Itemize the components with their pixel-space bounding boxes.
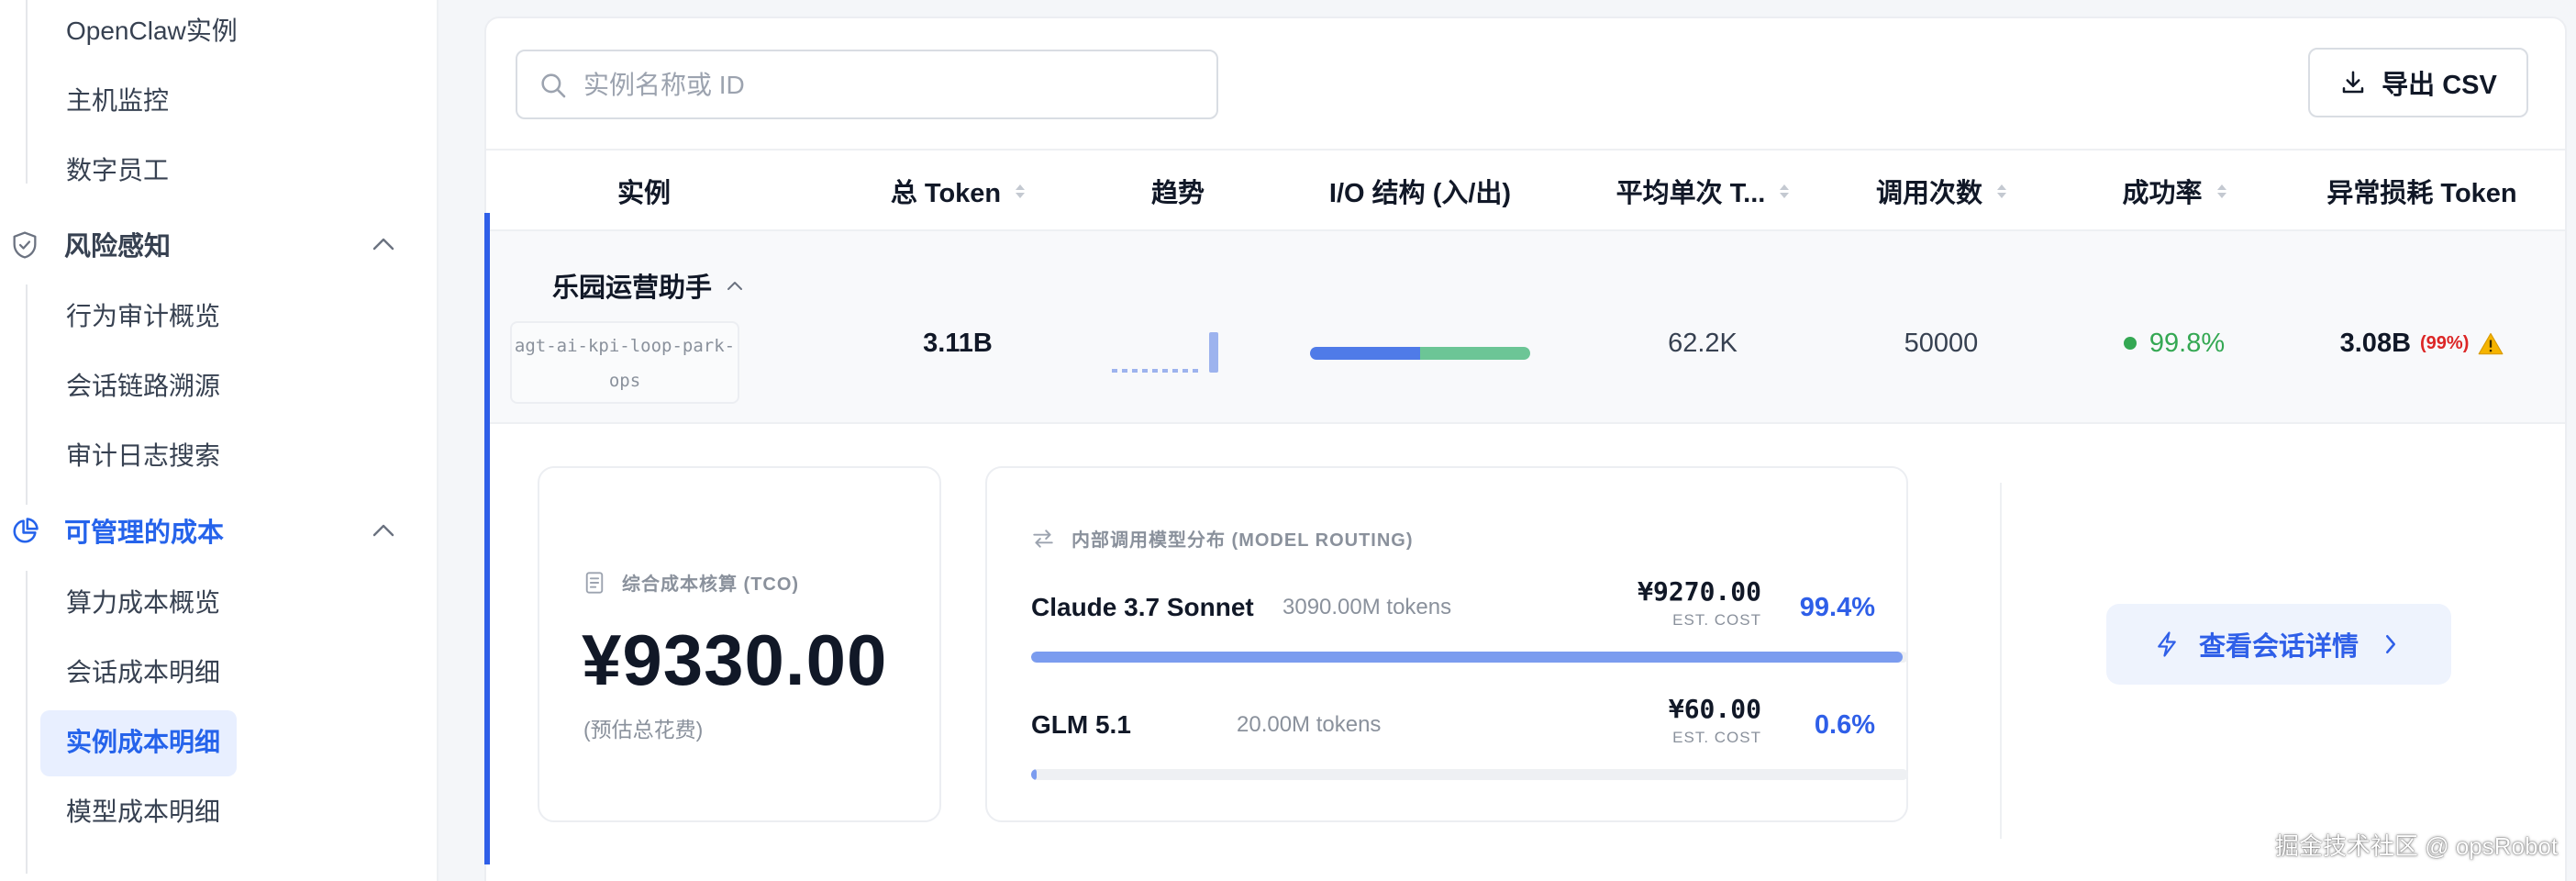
export-csv-label: 导出 CSV xyxy=(2382,71,2497,100)
sidebar-tree-line xyxy=(26,571,28,874)
instance-id-line: agt-ai-kpi-loop-park- xyxy=(514,336,736,356)
model-routing-title: 内部调用模型分布 (MODEL ROUTING) xyxy=(1031,525,1414,552)
detail-divider xyxy=(2000,483,2002,839)
table-row[interactable]: 乐园运营助手 agt-ai-kpi-loop-park- ops 3.11B 6… xyxy=(486,231,2565,424)
table-header: 实例 总 Token 趋势 I/O 结构 (入/出) 平均单次 T... 调用次… xyxy=(486,149,2565,231)
warning-icon xyxy=(2478,332,2504,355)
avg-token-value: 62.2K xyxy=(1668,328,1738,358)
sidebar-group-cost[interactable]: 可管理的成本 xyxy=(0,501,439,560)
watermark: 掘金技术社区 @ opsRobot xyxy=(2275,832,2559,860)
column-header-avg-token[interactable]: 平均单次 T... xyxy=(1583,151,1822,231)
sidebar-tree-line xyxy=(26,0,28,184)
chevron-up-icon[interactable] xyxy=(725,278,745,293)
sidebar-item-behavior-audit[interactable]: 行为审计概览 xyxy=(66,298,220,335)
sidebar-item-host-monitor[interactable]: 主机监控 xyxy=(66,83,169,119)
sort-icon[interactable] xyxy=(1997,184,2006,198)
io-input-segment xyxy=(1310,347,1420,360)
shield-check-icon xyxy=(13,231,37,259)
sidebar-item-compute-cost-overview[interactable]: 算力成本概览 xyxy=(66,585,220,621)
success-rate-value: 99.8% xyxy=(2149,328,2226,358)
sort-icon[interactable] xyxy=(1780,184,1790,198)
tco-card: 综合成本核算 (TCO) ¥9330.00 (预估总花费) xyxy=(538,466,941,822)
tco-amount: ¥9330.00 xyxy=(582,619,888,700)
abnormal-token-value: 3.08B xyxy=(2339,328,2412,358)
search-box[interactable] xyxy=(516,50,1218,119)
sort-icon[interactable] xyxy=(2216,184,2226,198)
model-share-fill xyxy=(1031,769,1037,780)
total-token-value: 3.11B xyxy=(923,328,993,358)
chevron-right-icon xyxy=(2386,635,2395,653)
tco-subtitle: (预估总花费) xyxy=(583,718,704,742)
sort-icon[interactable] xyxy=(1016,184,1026,198)
swap-arrows-icon xyxy=(1033,529,1053,548)
sidebar-tree-line xyxy=(26,284,28,505)
sidebar-item-openclaw-instances[interactable]: OpenClaw实例 xyxy=(66,13,238,50)
sidebar-item-session-trace[interactable]: 会话链路溯源 xyxy=(66,368,220,405)
tco-label: 综合成本核算 (TCO) xyxy=(583,569,799,596)
view-session-details-button[interactable]: 查看会话详情 xyxy=(2106,604,2451,685)
row-selected-accent xyxy=(484,213,490,864)
model-tokens: 3090.00M tokens xyxy=(1282,595,1452,619)
column-header-success-rate[interactable]: 成功率 xyxy=(2073,151,2275,231)
trend-sparkline xyxy=(1112,332,1218,373)
model-est-cost-label: EST. COST xyxy=(1672,729,1761,746)
model-cost: ¥9270.00 xyxy=(1638,576,1761,607)
sidebar-item-instance-cost-detail[interactable]: 实例成本明细 xyxy=(66,724,220,761)
model-share-percent: 0.6% xyxy=(1814,710,1875,740)
column-header-total-token[interactable]: 总 Token xyxy=(802,151,1114,231)
sidebar-group-risk[interactable]: 风险感知 xyxy=(0,215,439,273)
column-header-abnormal-token: 异常损耗 Token xyxy=(2326,179,2517,208)
model-routing-card: 内部调用模型分布 (MODEL ROUTING) Claude 3.7 Sonn… xyxy=(985,466,1908,822)
export-csv-button[interactable]: 导出 CSV xyxy=(2308,48,2528,117)
sidebar-group-label: 风险感知 xyxy=(64,232,172,262)
model-share-fill xyxy=(1031,652,1904,663)
model-share-percent: 99.4% xyxy=(1799,593,1875,622)
column-header-calls[interactable]: 调用次数 xyxy=(1831,151,2051,231)
sidebar-item-model-cost-detail[interactable]: 模型成本明细 xyxy=(66,794,220,831)
download-icon xyxy=(2342,71,2364,94)
model-name: Claude 3.7 Sonnet xyxy=(1031,593,1254,621)
column-header-trend: 趋势 xyxy=(1150,179,1205,208)
sidebar-item-audit-log-search[interactable]: 审计日志搜索 xyxy=(66,438,220,474)
sidebar-item-digital-staff[interactable]: 数字员工 xyxy=(66,152,169,189)
calls-value: 50000 xyxy=(1904,328,1979,358)
pie-chart-icon xyxy=(13,518,39,543)
lightning-icon xyxy=(2158,631,2176,657)
io-structure-bar xyxy=(1310,347,1530,360)
model-est-cost-label: EST. COST xyxy=(1672,611,1761,629)
search-icon xyxy=(541,73,566,98)
column-header-instance: 实例 xyxy=(616,179,671,208)
success-rate-cell: 99.8% xyxy=(2073,325,2275,362)
model-cost: ¥60.00 xyxy=(1668,694,1761,724)
column-header-io-structure: I/O 结构 (入/出) xyxy=(1328,179,1512,208)
receipt-icon xyxy=(585,571,604,594)
abnormal-token-cell: 3.08B (99%) xyxy=(2284,325,2559,362)
chevron-up-icon[interactable] xyxy=(371,235,396,253)
instance-id-line: ops xyxy=(608,371,641,391)
abnormal-token-percent: (99%) xyxy=(2420,332,2470,353)
instance-name[interactable]: 乐园运营助手 xyxy=(552,266,745,305)
sidebar: OpenClaw实例 主机监控 数字员工 风险感知 行为审计概览 会话链路溯源 … xyxy=(0,0,439,881)
trend-spike-bar xyxy=(1209,332,1218,373)
search-input[interactable] xyxy=(583,59,1207,112)
sidebar-item-session-cost-detail[interactable]: 会话成本明细 xyxy=(66,654,220,691)
sidebar-group-label: 可管理的成本 xyxy=(64,519,225,548)
instance-id-badge: agt-ai-kpi-loop-park- ops xyxy=(510,321,739,404)
model-name: GLM 5.1 xyxy=(1031,710,1131,739)
model-share-bar xyxy=(1031,652,1908,663)
model-tokens: 20.00M tokens xyxy=(1237,712,1382,737)
instance-cost-panel: 导出 CSV 实例 总 Token 趋势 I/O 结构 (入/出) 平均单次 T… xyxy=(484,17,2567,881)
model-share-bar xyxy=(1031,769,1908,780)
chevron-up-icon[interactable] xyxy=(371,521,396,540)
io-output-segment xyxy=(1420,347,1530,360)
success-status-dot xyxy=(2123,337,2137,350)
view-session-details-label: 查看会话详情 xyxy=(2198,632,2359,662)
